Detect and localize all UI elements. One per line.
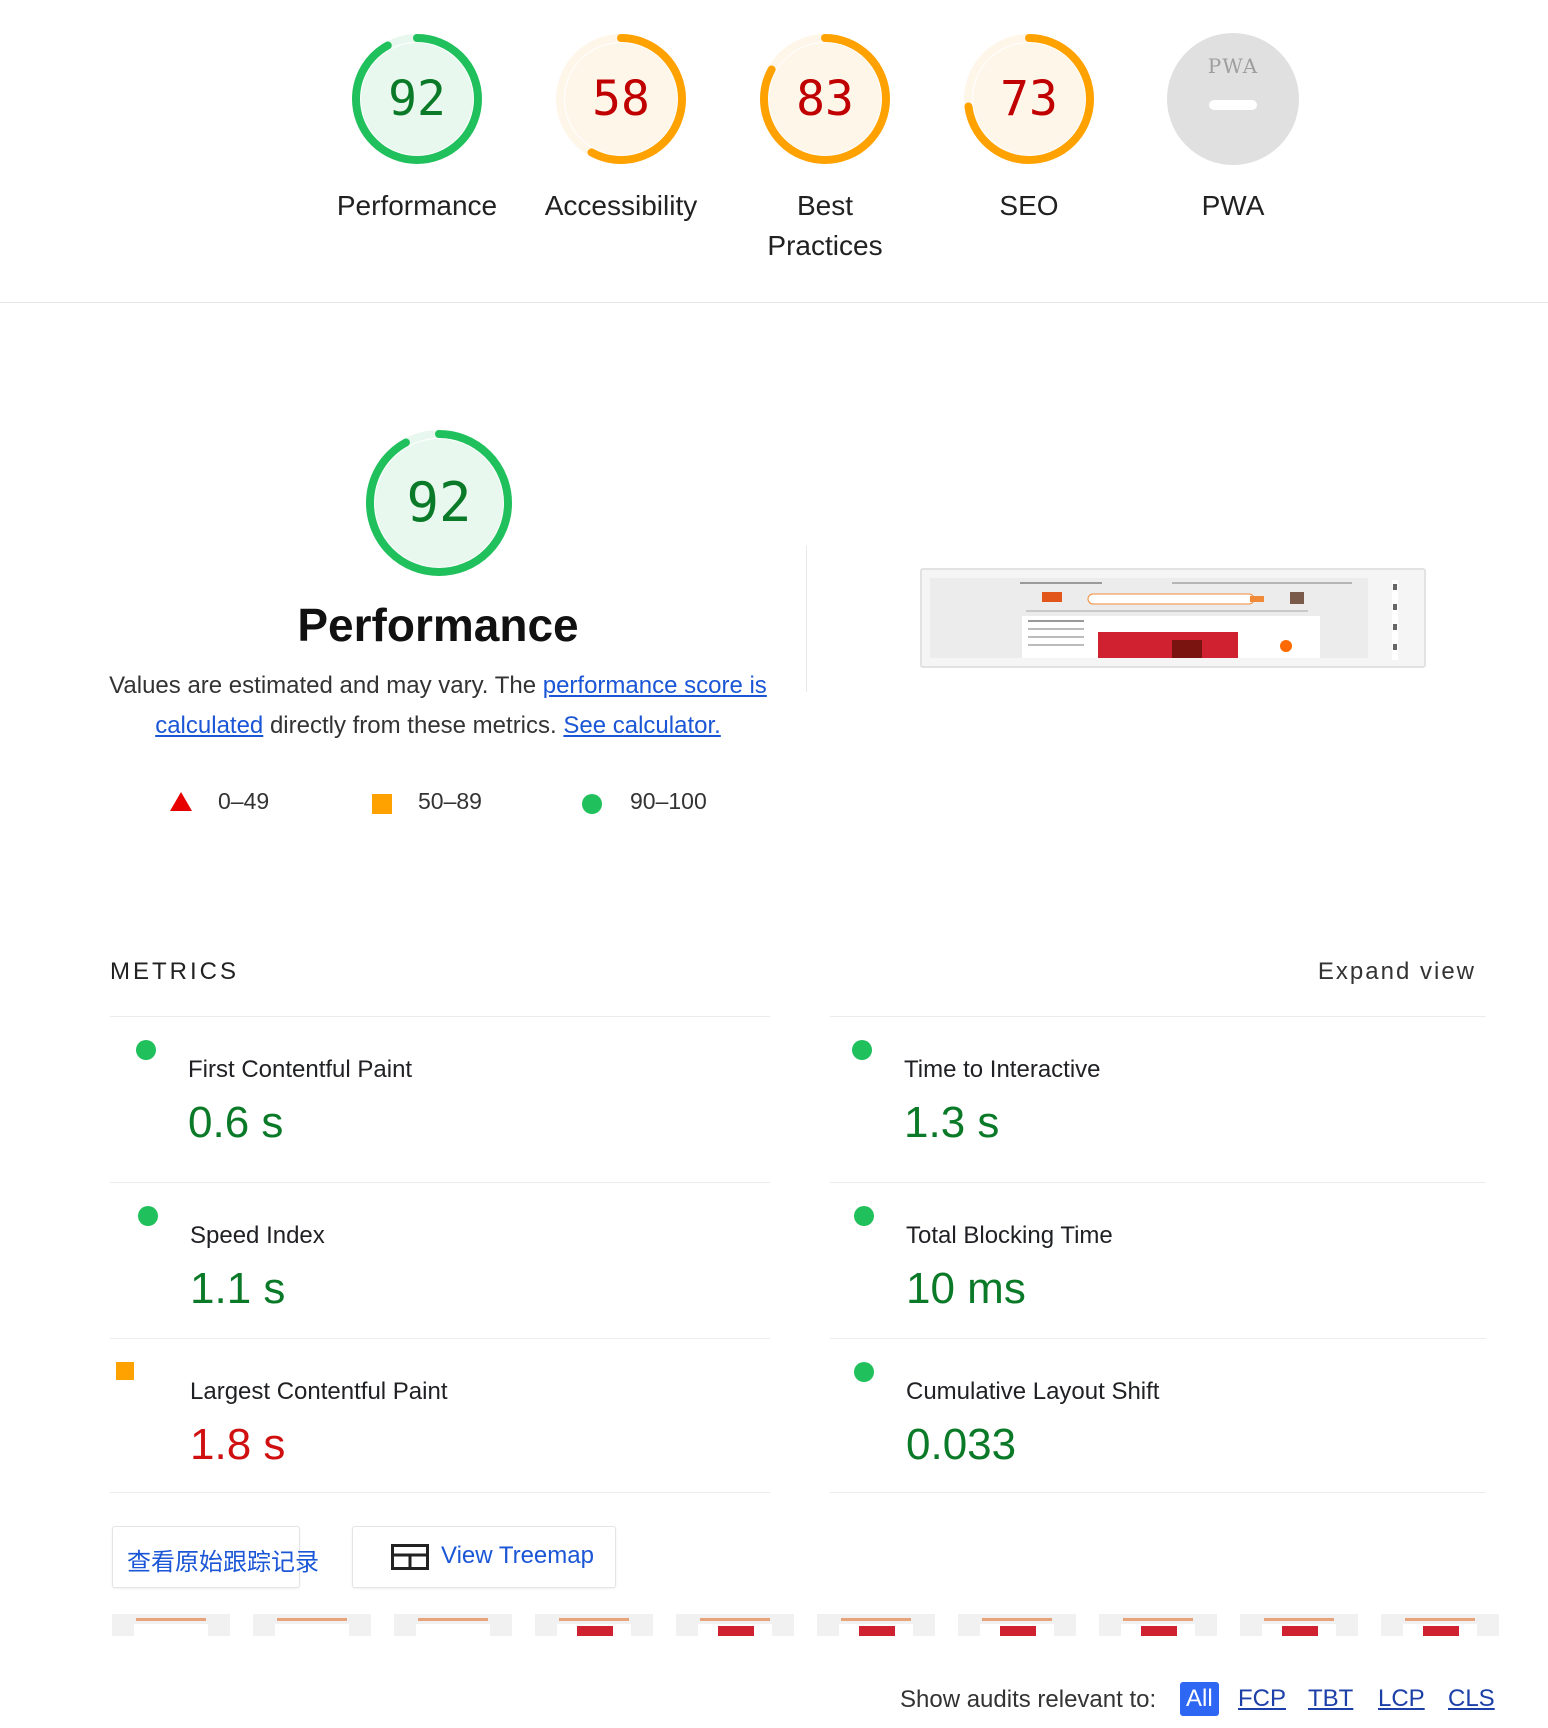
metric-value: 1.8 s [190,1420,286,1469]
view-treemap-label: View Treemap [441,1542,594,1569]
metric-first-contentful-paint: First Contentful Paint 0.6 s [112,1030,712,1160]
filter-cls[interactable]: CLS [1444,1682,1499,1716]
metric-value: 0.6 s [188,1098,284,1147]
final-screenshot-thumbnail[interactable] [920,568,1426,668]
gauge-accessibility-score: 58 [592,71,650,127]
gauge-seo-label: SEO [999,190,1059,221]
view-treemap-button[interactable]: View Treemap [352,1526,616,1588]
section-divider [806,546,807,692]
square-icon [372,794,392,814]
filter-tbt[interactable]: TBT [1304,1682,1357,1716]
performance-score-gauge: 92 [364,428,514,578]
pass-circle-icon [138,1206,158,1226]
gauge-seo-ring: 73 [962,32,1096,166]
pwa-badge-text: PWA [1207,54,1259,78]
see-calculator-link[interactable]: See calculator. [563,712,720,739]
gauge-best-practices-ring: 83 [758,32,892,166]
filmstrip-frame [676,1614,794,1636]
filmstrip-frame [1240,1614,1358,1636]
metrics-divider [830,1016,1486,1017]
metric-name: Total Blocking Time [906,1222,1113,1249]
filmstrip-frame [253,1614,371,1636]
metric-speed-index: Speed Index 1.1 s [114,1196,714,1326]
metric-time-to-interactive: Time to Interactive 1.3 s [828,1030,1428,1160]
description-text-1: Values are estimated and may vary. The [109,672,543,699]
audit-filter-label: Show audits relevant to: [900,1686,1157,1713]
filmstrip-frame [1381,1614,1499,1636]
gauge-accessibility-label: Accessibility [544,190,698,221]
pass-circle-icon [136,1040,156,1060]
filter-lcp[interactable]: LCP [1374,1682,1429,1716]
performance-title: Performance [297,599,579,651]
metric-value: 1.1 s [190,1264,286,1313]
metrics-divider [830,1182,1486,1183]
metric-value: 10 ms [906,1264,1026,1313]
metric-cumulative-layout-shift: Cumulative Layout Shift 0.033 [830,1352,1430,1482]
gauge-pwa[interactable]: PWA PWA [1143,32,1323,226]
filmstrip-frame [535,1614,653,1636]
legend-pass-range: 90–100 [630,788,707,814]
legend-fail-range: 0–49 [218,788,270,814]
filmstrip-frame [817,1614,935,1636]
description-text-2: directly from these metrics. [263,712,564,739]
metric-largest-contentful-paint: Largest Contentful Paint 1.8 s [114,1352,714,1482]
metrics-divider [110,1338,770,1339]
metric-name: Cumulative Layout Shift [906,1378,1160,1405]
filmstrip [112,1614,1500,1636]
gauge-accessibility[interactable]: 58 Accessibility [531,32,711,226]
filmstrip-frame [958,1614,1076,1636]
metric-name: Largest Contentful Paint [190,1378,448,1405]
gauge-performance-ring: 92 [350,32,484,166]
gauge-seo[interactable]: 73 SEO [939,32,1119,226]
metric-name: Speed Index [190,1222,325,1249]
average-square-icon [116,1362,134,1380]
metric-value: 0.033 [906,1420,1017,1469]
metrics-divider [110,1492,770,1493]
gauge-performance-label: Performance [336,190,498,221]
filter-fcp[interactable]: FCP [1234,1682,1290,1716]
gauge-pwa-badge: PWA [1166,32,1300,166]
metrics-divider [110,1182,770,1183]
gauge-performance[interactable]: 92 Performance [327,32,507,226]
performance-score: 92 [406,471,472,534]
metric-value: 1.3 s [904,1098,1000,1147]
view-original-trace-button[interactable]: 查看原始跟踪记录 [112,1526,319,1588]
gauge-best-practices-label: Best Practices [735,186,915,266]
gauge-pwa-label: PWA [1201,190,1265,221]
pass-circle-icon [854,1206,874,1226]
gauge-seo-score: 73 [1000,71,1058,127]
filmstrip-frame [1099,1614,1217,1636]
gauge-accessibility-ring: 58 [554,32,688,166]
triangle-icon [170,792,192,811]
gauge-best-practices[interactable]: 83 Best Practices [735,32,915,266]
filmstrip-frame [394,1614,512,1636]
filter-all[interactable]: All [1180,1682,1219,1716]
gauge-best-practices-score: 83 [796,71,854,127]
circle-icon [582,794,602,814]
gauge-best-practices-label-line1: Best [796,190,854,221]
metric-name: Time to Interactive [904,1056,1101,1083]
metrics-header: METRICS [110,958,239,985]
pass-circle-icon [852,1040,872,1060]
gauge-performance-score: 92 [388,71,446,127]
metrics-divider [830,1492,1486,1493]
pwa-dash-icon [1209,100,1257,110]
category-gauges: 92 Performance 58 Accessibility 83 Best … [0,0,1548,303]
metric-name: First Contentful Paint [188,1056,413,1083]
gauge-best-practices-label-line2: Practices [767,230,883,261]
filmstrip-frame [112,1614,230,1636]
metrics-divider [830,1338,1486,1339]
view-original-trace-label: 查看原始跟踪记录 [127,1549,319,1576]
legend-average-range: 50–89 [418,788,482,814]
treemap-icon [391,1544,429,1575]
performance-description: Values are estimated and may vary. The p… [100,666,776,746]
pass-circle-icon [854,1362,874,1382]
expand-view-toggle[interactable]: Expand view [1318,958,1476,986]
metrics-divider [110,1016,770,1017]
metric-total-blocking-time: Total Blocking Time 10 ms [830,1196,1430,1326]
